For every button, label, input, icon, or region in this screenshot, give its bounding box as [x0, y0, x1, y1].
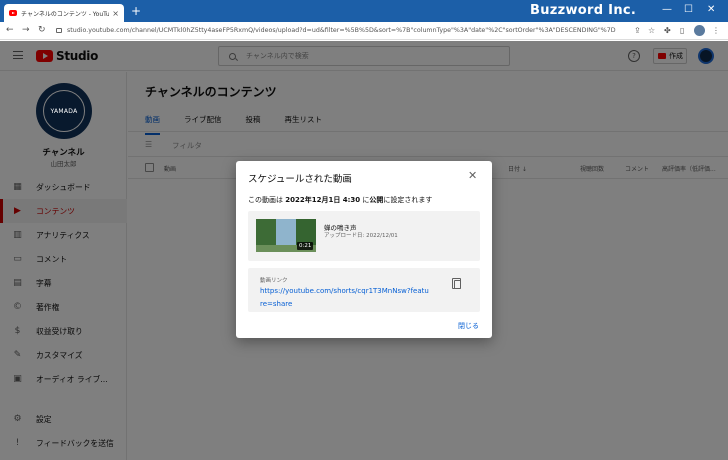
- brand-watermark: Buzzword Inc.: [530, 3, 637, 18]
- video-link-card: 動画リンク https://youtube.com/shorts/cqr1T3M…: [248, 268, 480, 312]
- extensions-icon[interactable]: ✤: [664, 26, 671, 35]
- browser-tab[interactable]: チャンネルのコンテンツ - YouTube Studio ×: [4, 4, 124, 22]
- video-duration: 0:21: [297, 242, 314, 250]
- share-icon[interactable]: ⇪: [634, 26, 641, 35]
- browser-tab-bar: チャンネルのコンテンツ - YouTube Studio × + Buzzwor…: [0, 0, 728, 22]
- video-thumbnail[interactable]: 0:21: [256, 219, 316, 252]
- tab-close-icon[interactable]: ×: [112, 9, 119, 18]
- close-window-button[interactable]: ✕: [707, 4, 715, 15]
- dialog-title: スケジュールされた動画: [248, 174, 352, 185]
- visibility-public: 公開: [369, 196, 384, 204]
- sidepanel-icon[interactable]: ▯: [680, 26, 684, 35]
- url-text: studio.youtube.com/channel/UCMTkl0hZ5tty…: [67, 27, 616, 34]
- url-field[interactable]: studio.youtube.com/channel/UCMTkl0hZ5tty…: [56, 24, 626, 37]
- tab-title: チャンネルのコンテンツ - YouTube Studio: [21, 10, 110, 18]
- scheduled-video-dialog: スケジュールされた動画 ✕ この動画は 2022年12月1日 4:30 に公開に…: [236, 161, 492, 338]
- maximize-button[interactable]: ☐: [684, 4, 693, 15]
- youtube-favicon-icon: [9, 10, 17, 16]
- address-bar: ← → ↻ studio.youtube.com/channel/UCMTkl0…: [0, 22, 728, 40]
- reload-button[interactable]: ↻: [38, 25, 46, 35]
- new-tab-button[interactable]: +: [131, 4, 141, 18]
- channel-avatar-text: YAMADA: [50, 107, 78, 115]
- forward-button[interactable]: →: [22, 25, 30, 35]
- schedule-message: この動画は 2022年12月1日 4:30 に公開に設定されます: [248, 196, 433, 204]
- lock-icon: [56, 28, 62, 33]
- copy-icon[interactable]: [452, 278, 461, 289]
- schedule-date: 2022年12月1日 4:30: [285, 196, 361, 204]
- close-icon[interactable]: ✕: [468, 170, 477, 181]
- back-button[interactable]: ←: [6, 25, 14, 35]
- minimize-button[interactable]: —: [662, 4, 672, 15]
- link-label: 動画リンク: [260, 278, 288, 284]
- close-dialog-button[interactable]: 閉じる: [458, 321, 479, 331]
- menu-dots-icon[interactable]: ⋮: [712, 26, 720, 35]
- video-card: 0:21 蝉の鳴き声 アップロード日: 2022/12/01: [248, 211, 480, 261]
- video-link[interactable]: https://youtube.com/shorts/cqr1T3MnNsw?f…: [260, 285, 430, 311]
- profile-avatar[interactable]: [694, 25, 705, 36]
- bookmark-star-icon[interactable]: ☆: [648, 26, 655, 35]
- upload-date: アップロード日: 2022/12/01: [324, 233, 398, 239]
